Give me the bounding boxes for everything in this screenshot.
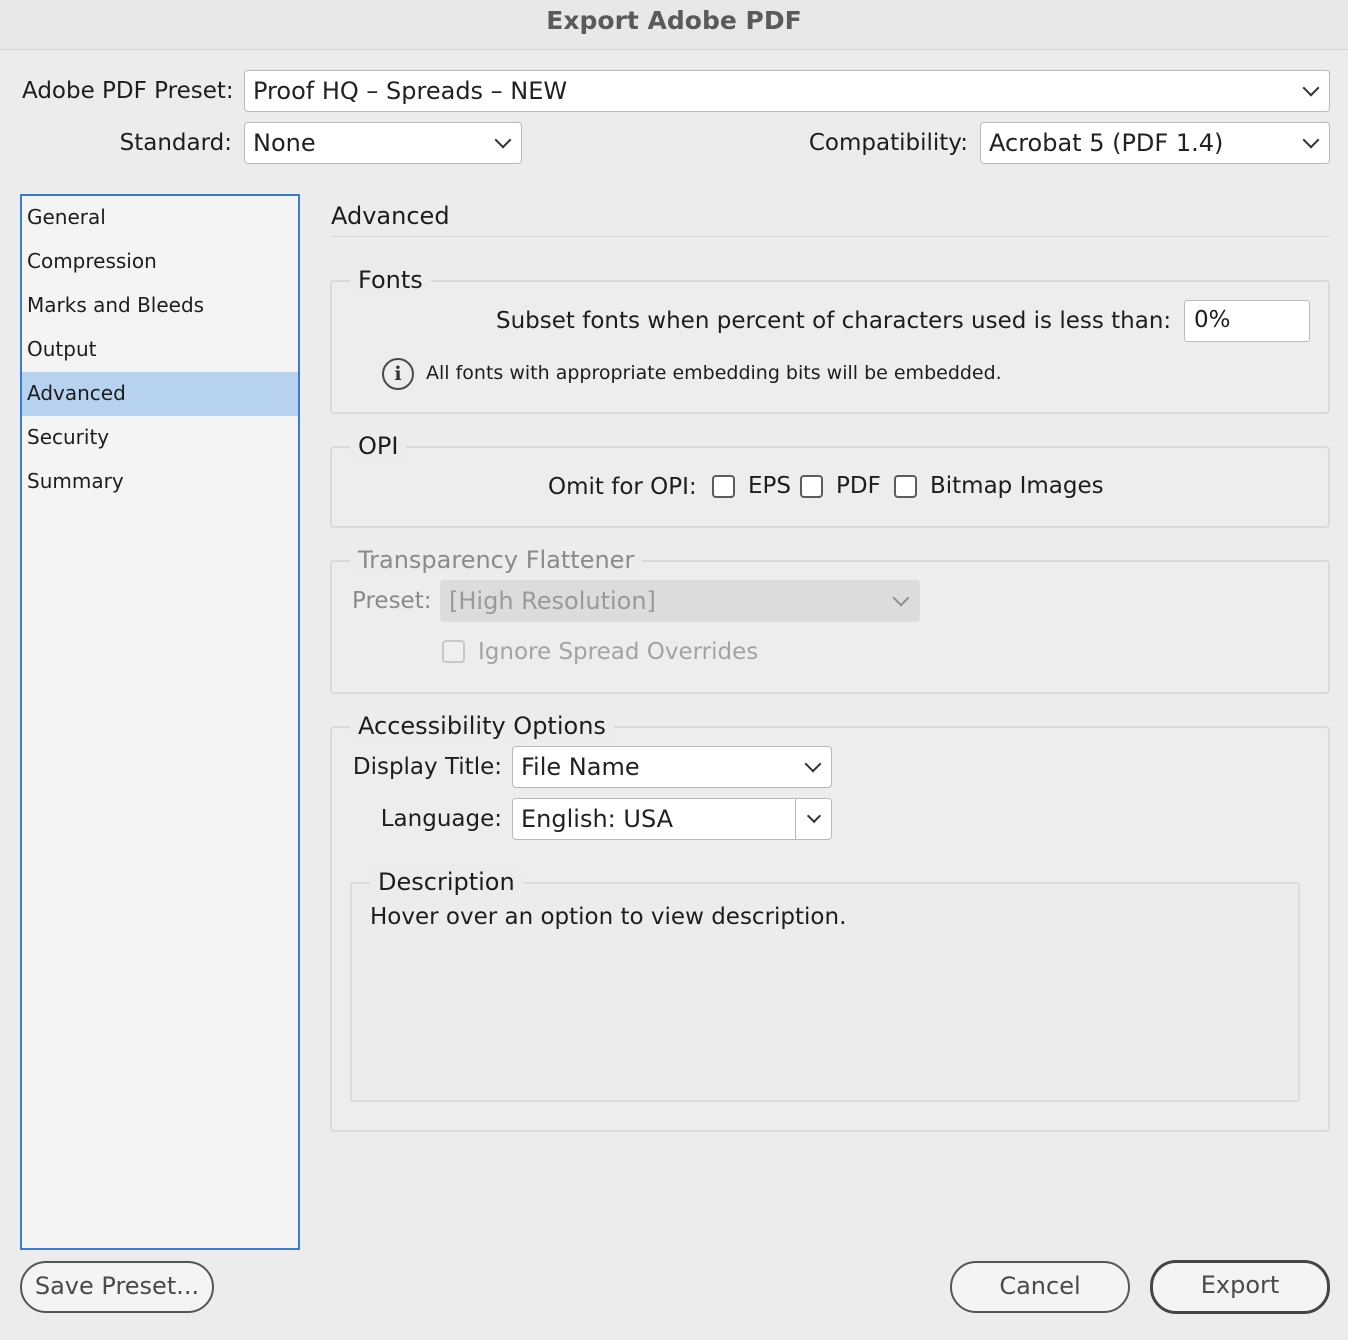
flattener-preset-select[interactable]: [High Resolution]	[440, 580, 920, 622]
chevron-down-icon	[892, 589, 910, 607]
chevron-down-icon	[1302, 131, 1320, 149]
pdf-label: PDF	[836, 473, 881, 499]
cancel-button[interactable]: Cancel	[950, 1261, 1130, 1313]
sidebar-item-compression[interactable]: Compression	[22, 240, 298, 284]
chevron-down-icon[interactable]	[806, 808, 822, 824]
compatibility-label: Compatibility:	[808, 130, 968, 156]
subset-fonts-label: Subset fonts when percent of characters …	[496, 308, 1172, 334]
ignore-spread-overrides-label: Ignore Spread Overrides	[478, 639, 759, 665]
section-divider	[331, 236, 1329, 237]
sidebar-item-marks-and-bleeds[interactable]: Marks and Bleeds	[22, 284, 298, 328]
combobox-divider	[795, 799, 796, 839]
opi-group	[330, 446, 1330, 528]
pdf-checkbox[interactable]	[800, 475, 823, 498]
language-combobox[interactable]: English: USA	[512, 798, 832, 840]
flattener-preset-label: Preset:	[352, 588, 432, 614]
preset-select[interactable]: Proof HQ – Spreads – NEW	[244, 70, 1330, 112]
sidebar-item-security[interactable]: Security	[22, 416, 298, 460]
save-preset-button[interactable]: Save Preset...	[20, 1261, 214, 1313]
fonts-info-text: All fonts with appropriate embedding bit…	[426, 362, 1002, 384]
compatibility-value: Acrobat 5 (PDF 1.4)	[989, 129, 1224, 157]
sidebar-item-advanced[interactable]: Advanced	[22, 372, 298, 416]
ignore-spread-overrides-checkbox[interactable]	[442, 640, 465, 663]
language-label: Language:	[380, 806, 502, 832]
info-icon: i	[382, 358, 414, 390]
section-title: Advanced	[331, 202, 450, 230]
display-title-value: File Name	[521, 753, 640, 781]
omit-for-opi-label: Omit for OPI:	[548, 474, 697, 500]
description-legend: Description	[370, 868, 523, 896]
transparency-flattener-legend: Transparency Flattener	[350, 546, 643, 574]
fonts-group	[330, 280, 1330, 414]
window-title: Export Adobe PDF	[546, 6, 802, 35]
eps-checkbox[interactable]	[712, 475, 735, 498]
description-text: Hover over an option to view description…	[370, 904, 847, 930]
preset-value: Proof HQ – Spreads – NEW	[253, 77, 568, 105]
chevron-down-icon	[804, 755, 822, 773]
chevron-down-icon	[494, 131, 512, 149]
title-bar: Export Adobe PDF	[0, 0, 1348, 50]
bitmap-images-checkbox[interactable]	[894, 475, 917, 498]
standard-value: None	[253, 129, 316, 157]
display-title-label: Display Title:	[352, 754, 502, 780]
display-title-select[interactable]: File Name	[512, 746, 832, 788]
sidebar-item-general[interactable]: General	[22, 196, 298, 240]
bitmap-images-label: Bitmap Images	[930, 473, 1104, 499]
category-list: General Compression Marks and Bleeds Out…	[20, 194, 300, 1250]
preset-label: Adobe PDF Preset:	[22, 78, 234, 104]
standard-select[interactable]: None	[244, 122, 522, 164]
accessibility-options-legend: Accessibility Options	[350, 712, 614, 740]
language-value: English: USA	[521, 805, 674, 833]
opi-legend: OPI	[350, 432, 407, 460]
eps-label: EPS	[748, 473, 792, 499]
sidebar-item-summary[interactable]: Summary	[22, 460, 298, 504]
standard-label: Standard:	[119, 130, 232, 156]
flattener-preset-value: [High Resolution]	[449, 587, 656, 615]
fonts-legend: Fonts	[350, 266, 431, 294]
chevron-down-icon	[1302, 79, 1320, 97]
export-button[interactable]: Export	[1150, 1260, 1330, 1314]
subset-fonts-input[interactable]: 0%	[1184, 300, 1310, 342]
sidebar-item-output[interactable]: Output	[22, 328, 298, 372]
compatibility-select[interactable]: Acrobat 5 (PDF 1.4)	[980, 122, 1330, 164]
